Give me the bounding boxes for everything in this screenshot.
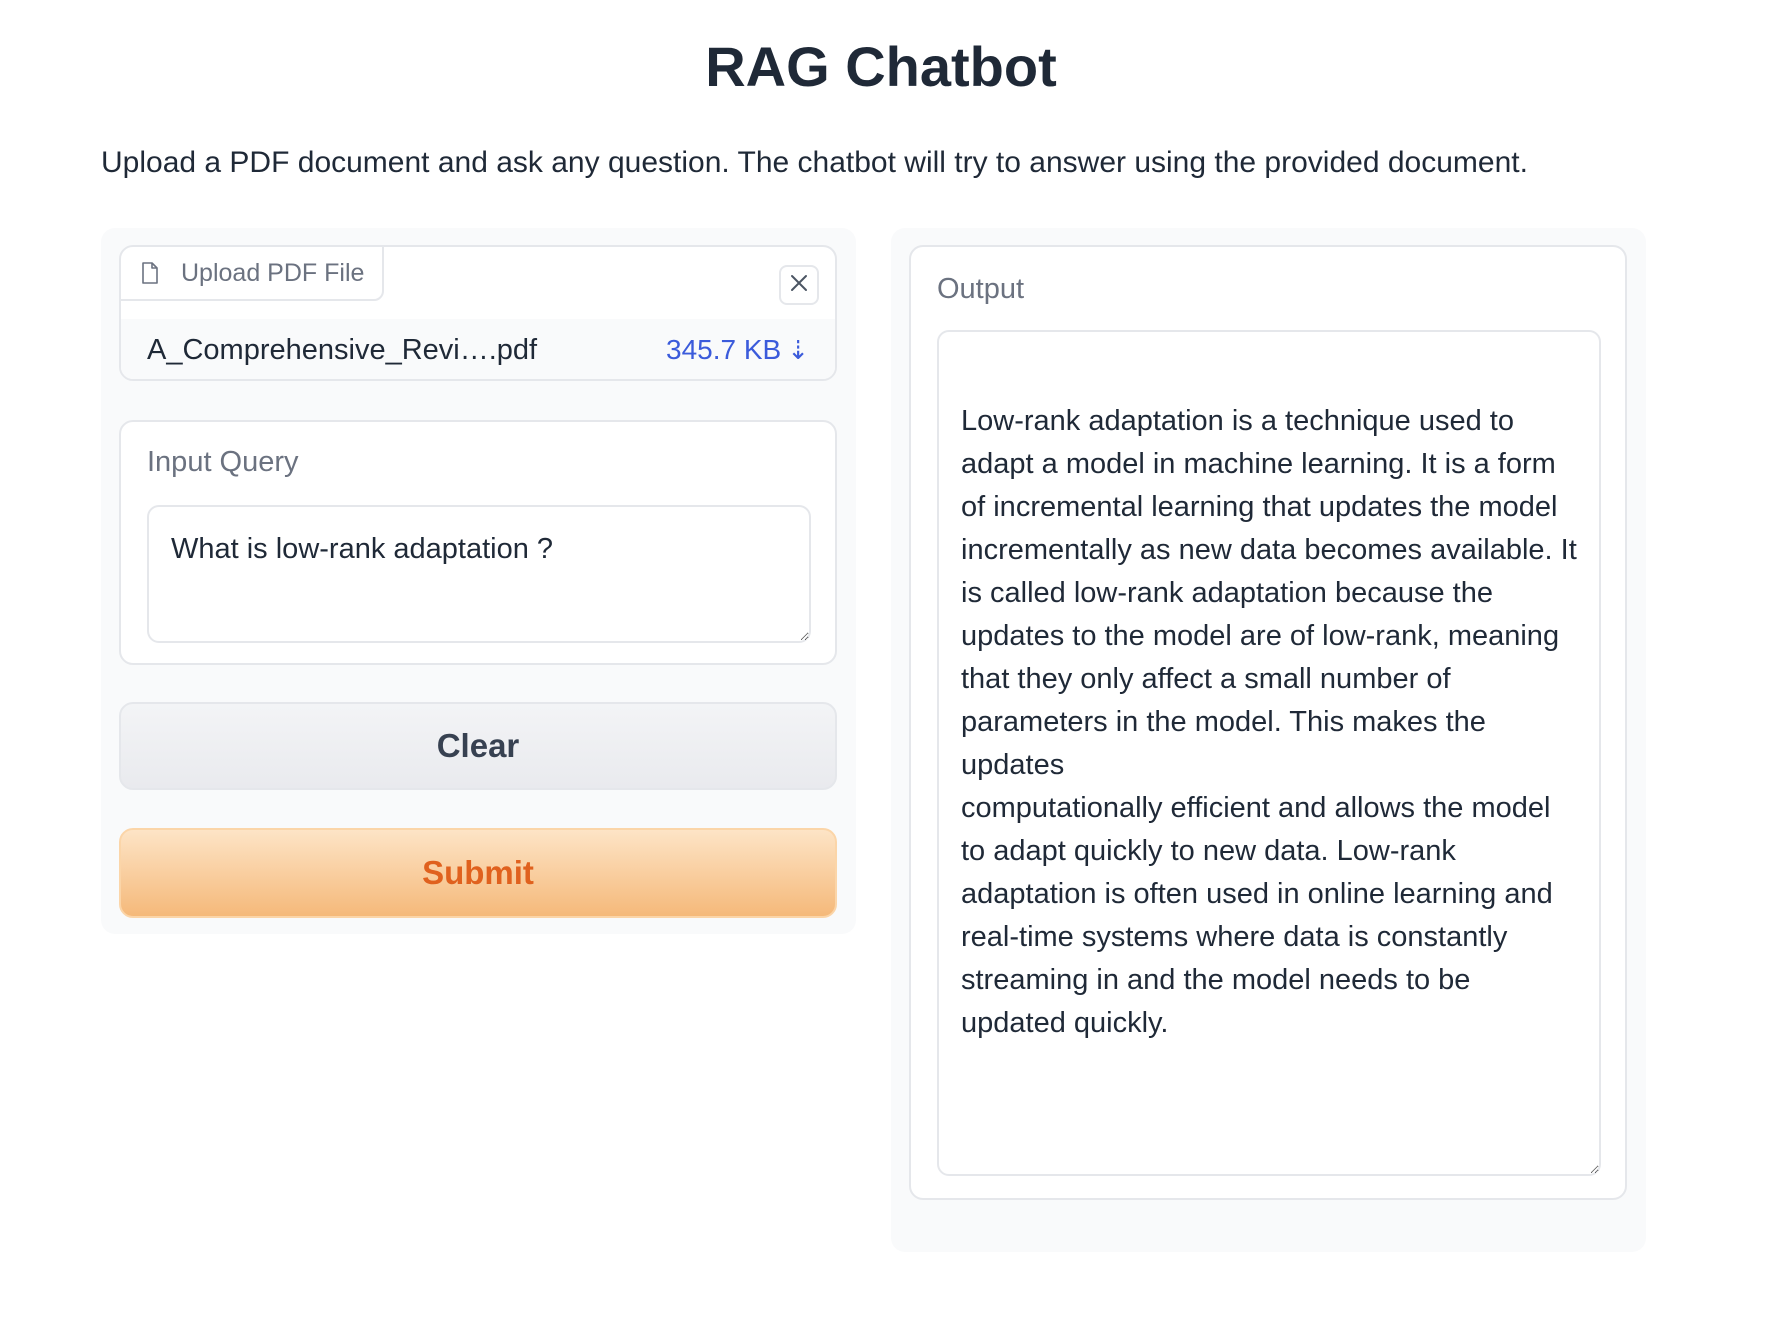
remove-file-button[interactable] <box>779 265 819 305</box>
upload-label: Upload PDF File <box>181 258 365 287</box>
clear-button[interactable]: Clear <box>119 702 837 790</box>
page-title: RAG Chatbot <box>705 35 1057 98</box>
app-page: RAG Chatbot Upload a PDF document and as… <box>0 0 1786 1335</box>
submit-button[interactable]: Submit <box>119 828 837 918</box>
download-icon: ⇣ <box>787 334 809 365</box>
uploaded-file-name: A_Comprehensive_Revi….pdf <box>147 333 538 366</box>
output-textarea[interactable]: Low-rank adaptation is a technique used … <box>937 330 1601 1176</box>
output-label: Output <box>937 273 1025 305</box>
file-size: 345.7 KB <box>666 334 782 365</box>
page-description: Upload a PDF document and ask any questi… <box>101 146 1528 179</box>
input-query-textarea[interactable]: What is low-rank adaptation ? <box>147 505 811 643</box>
file-icon <box>141 262 159 284</box>
uploaded-file-row: A_Comprehensive_Revi….pdf 345.7 KB ⇣ <box>121 319 835 379</box>
file-upload-component[interactable]: Upload PDF File A_Comprehensive_Revi….pd… <box>119 245 837 381</box>
file-download-link[interactable]: 345.7 KB ⇣ <box>666 334 809 366</box>
close-icon <box>790 274 808 297</box>
input-query-label: Input Query <box>147 446 299 478</box>
input-query-component: Input Query What is low-rank adaptation … <box>119 420 837 665</box>
upload-label-tab: Upload PDF File <box>121 247 385 301</box>
output-component: Output Low-rank adaptation is a techniqu… <box>909 245 1627 1200</box>
